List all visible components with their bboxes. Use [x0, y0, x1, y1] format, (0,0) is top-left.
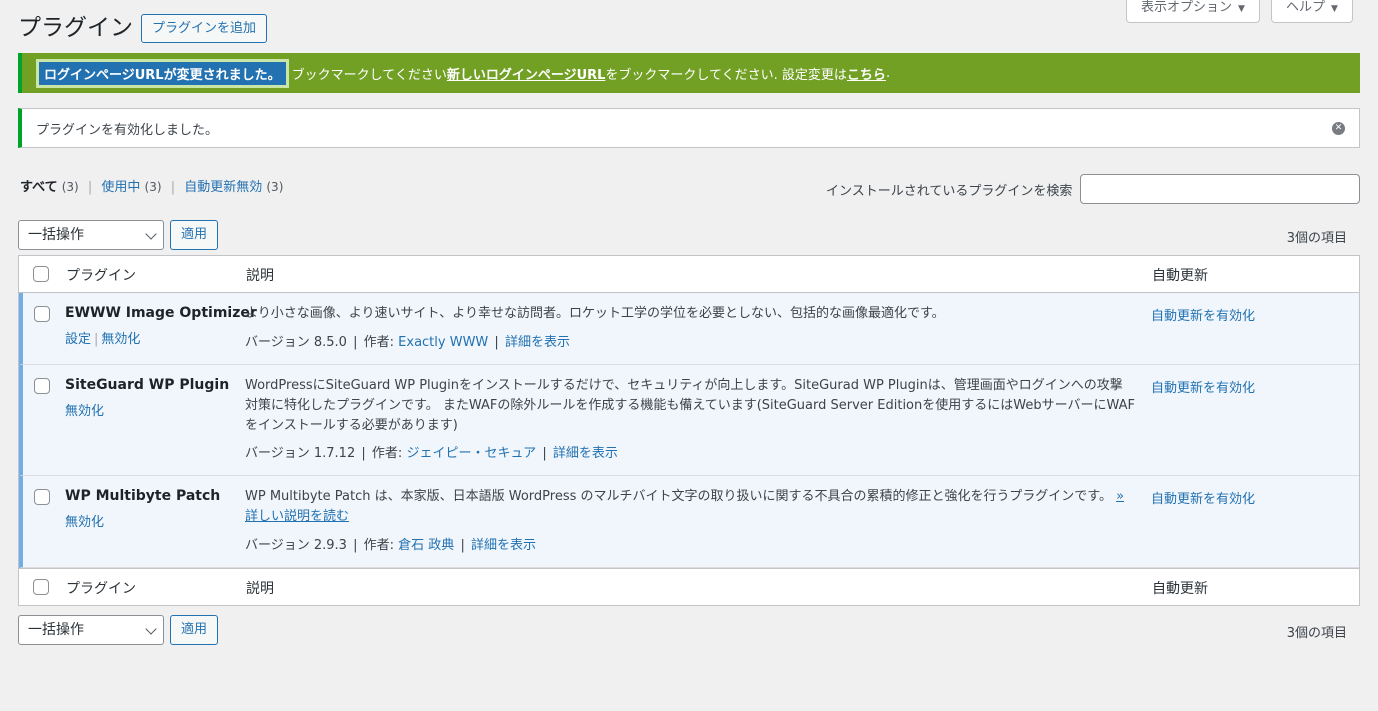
plugins-table: プラグイン 説明 自動更新 EWWW Image Optimizer 設定 | 無効… [18, 255, 1360, 606]
settings-here-link[interactable]: こちら [847, 64, 886, 83]
notice-text-after: . [885, 65, 891, 81]
enable-auto-update-link[interactable]: 自動更新を有効化 [1151, 377, 1255, 396]
chevron-down-icon [145, 623, 157, 635]
plugin-version: バージョン 8.5.0 [245, 335, 347, 350]
add-plugin-button[interactable]: プラグインを追加 [141, 14, 268, 43]
author-link[interactable]: 倉石 政典 [398, 538, 454, 553]
plugin-name: WP Multibyte Patch [65, 488, 221, 504]
enable-auto-update-link[interactable]: 自動更新を有効化 [1151, 305, 1255, 324]
plugin-search-input[interactable] [1080, 174, 1360, 204]
plugin-description: より小さな画像、より速いサイト、より幸せな訪問者。ロケット工学の学位を必要としな… [245, 306, 945, 321]
bulk-action-select-top[interactable]: 一括操作 [18, 220, 164, 250]
filter-active[interactable]: 使用中 [101, 180, 140, 195]
deactivate-link[interactable]: 無効化 [101, 332, 140, 347]
table-footer: プラグイン 説明 自動更新 [19, 568, 1359, 605]
author-label: 作者: [371, 446, 403, 461]
caret-down-icon: ▼ [1238, 4, 1245, 14]
plugin-row-siteguard: SiteGuard WP Plugin 無効化 WordPressにSiteGu… [19, 365, 1359, 476]
new-login-url-link[interactable]: 新しいログインページURL [447, 64, 606, 83]
filter-auto-update-disabled[interactable]: 自動更新無効 [184, 180, 262, 195]
help-button[interactable]: ヘルプ ▼ [1271, 0, 1353, 23]
plugin-actions: 無効化 [65, 400, 104, 419]
screen-options-label: 表示オプション [1141, 0, 1233, 15]
row-checkbox[interactable] [34, 489, 50, 505]
plugin-name: SiteGuard WP Plugin [65, 377, 230, 393]
column-auto-update-footer: 自動更新 [1152, 581, 1208, 597]
select-all-checkbox[interactable] [33, 266, 49, 282]
enable-auto-update-link[interactable]: 自動更新を有効化 [1151, 488, 1255, 507]
search-label: インストールされているプラグインを検索 [826, 184, 1073, 199]
plugin-version-line: バージョン 8.5.0 | 作者: Exactly WWW | 詳細を表示 [245, 335, 570, 350]
bulk-action-value: 一括操作 [28, 622, 84, 638]
bulk-action-value: 一括操作 [28, 227, 84, 243]
settings-link[interactable]: 設定 [65, 332, 91, 347]
column-description: 説明 [246, 268, 274, 284]
plugin-actions: 無効化 [65, 511, 104, 530]
plugin-name: EWWW Image Optimizer [65, 305, 257, 321]
dismiss-icon[interactable]: ✕ [1332, 122, 1345, 135]
column-plugin: プラグイン [66, 268, 136, 284]
caret-down-icon: ▼ [1331, 4, 1338, 14]
author-label: 作者: [363, 335, 395, 350]
plugin-version-line: バージョン 2.9.3 | 作者: 倉石 政典 | 詳細を表示 [245, 538, 536, 553]
plugin-description-text: WP Multibyte Patch は、本家版、日本語版 WordPress … [245, 489, 1112, 504]
column-plugin-footer: プラグイン [66, 581, 136, 597]
item-count-bottom: 3個の項目 [1286, 626, 1347, 641]
select-all-checkbox-footer[interactable] [33, 579, 49, 595]
view-details-link[interactable]: 詳細を表示 [553, 446, 618, 461]
item-count-top: 3個の項目 [1286, 231, 1347, 246]
view-details-link[interactable]: 詳細を表示 [505, 335, 570, 350]
notice-highlight: ログインページURLが変更されました。 [36, 58, 289, 88]
column-description-footer: 説明 [246, 581, 274, 597]
page-title: プラグイン [18, 15, 133, 41]
filter-all[interactable]: すべて [20, 180, 58, 195]
plugin-row-ewww: EWWW Image Optimizer 設定 | 無効化 より小さな画像、より速い… [19, 293, 1359, 365]
filter-all-count: (3) [61, 180, 79, 194]
screen-options-button[interactable]: 表示オプション ▼ [1126, 0, 1260, 23]
author-link[interactable]: ジェイピー・セキュア [406, 446, 536, 461]
table-header: プラグイン 説明 自動更新 [19, 256, 1359, 293]
column-auto-update: 自動更新 [1152, 268, 1208, 284]
author-link[interactable]: Exactly WWW [398, 335, 488, 350]
row-checkbox[interactable] [34, 306, 50, 322]
notice-text-middle: をブックマークしてください. 設定変更は [605, 67, 847, 83]
deactivate-link[interactable]: 無効化 [65, 515, 104, 530]
author-label: 作者: [363, 538, 395, 553]
activated-notice: プラグインを有効化しました。 ✕ [18, 108, 1360, 148]
row-checkbox[interactable] [34, 378, 50, 394]
plugin-version: バージョン 2.9.3 [245, 538, 347, 553]
apply-button-bottom[interactable]: 適用 [170, 615, 218, 645]
filter-active-count: (3) [144, 180, 162, 194]
apply-button-top[interactable]: 適用 [170, 220, 218, 250]
activated-notice-text: プラグインを有効化しました。 [36, 122, 219, 138]
view-details-link[interactable]: 詳細を表示 [471, 538, 536, 553]
deactivate-link[interactable]: 無効化 [65, 404, 104, 419]
chevron-down-icon [145, 228, 157, 240]
plugin-actions: 設定 | 無効化 [65, 332, 141, 347]
login-url-notice: ログインページURLが変更されました。 ブックマークしてください 新しいログイン… [18, 53, 1360, 93]
plugin-status-filters: すべて (3) | 使用中 (3) | 自動更新無効 (3) [20, 180, 284, 195]
plugin-row-multibyte: WP Multibyte Patch 無効化 WP Multibyte Patc… [19, 476, 1359, 568]
plugin-version: バージョン 1.7.12 [245, 446, 356, 461]
plugin-description: WordPressにSiteGuard WP Pluginをインストールするだけ… [245, 378, 1135, 433]
plugin-description: WP Multibyte Patch は、本家版、日本語版 WordPress … [245, 487, 1135, 527]
notice-text-before: ブックマークしてください [291, 67, 447, 83]
bulk-action-select-bottom[interactable]: 一括操作 [18, 615, 164, 645]
plugin-version-line: バージョン 1.7.12 | 作者: ジェイピー・セキュア | 詳細を表示 [245, 446, 618, 461]
filter-auto-update-disabled-count: (3) [266, 180, 284, 194]
help-label: ヘルプ [1286, 0, 1326, 15]
